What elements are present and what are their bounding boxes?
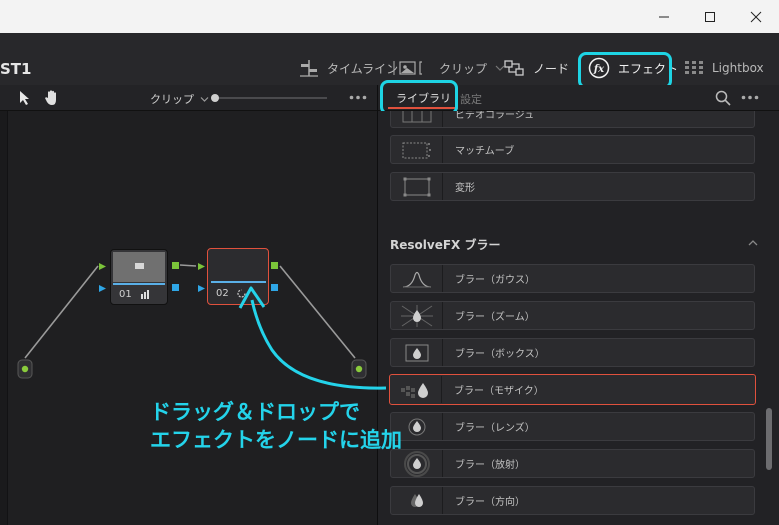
annotation-line-1: ドラッグ＆ドロップで [150, 400, 360, 424]
annotation-line-2: エフェクトをノードに追加 [150, 428, 402, 452]
annotation-text: ドラッグ＆ドロップで エフェクトをノードに追加 [150, 398, 402, 454]
